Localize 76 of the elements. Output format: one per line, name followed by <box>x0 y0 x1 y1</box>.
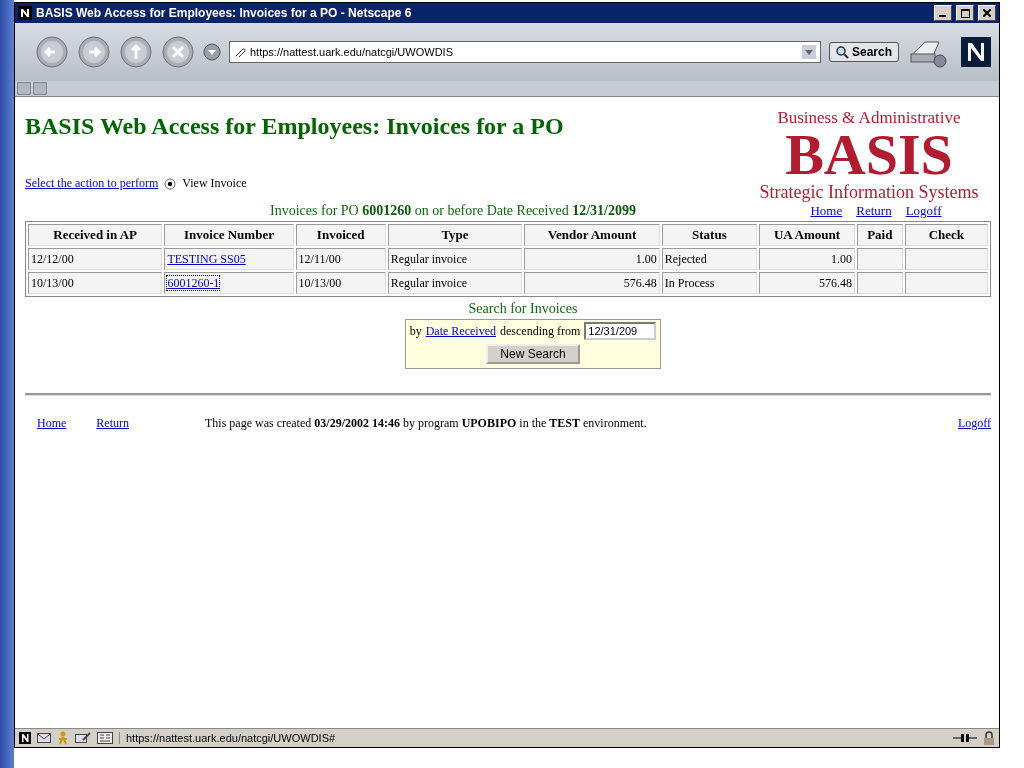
form-label: descending from <box>500 323 581 339</box>
nav-link[interactable]: Logoff <box>905 203 942 219</box>
logo-text: Strategic Information Systems <box>759 183 979 201</box>
search-button[interactable]: Search <box>828 42 899 62</box>
footer-link[interactable]: Home <box>37 416 67 431</box>
column-header: UA Amount <box>759 224 855 246</box>
lock-icon <box>983 731 995 745</box>
forward-button[interactable] <box>77 35 111 69</box>
table-cell: 1.00 <box>524 248 660 270</box>
history-dropdown-icon[interactable] <box>203 43 221 61</box>
date-field[interactable]: 12/31/209 <box>584 322 657 340</box>
table-caption: Invoices for PO 6001260 on or before Date Received 12/31/2099 <box>270 203 636 218</box>
browser-logo-icon[interactable] <box>19 732 31 744</box>
logo-text: BASIS <box>785 127 953 183</box>
table-cell <box>856 248 903 270</box>
footer-link[interactable]: Return <box>96 416 129 431</box>
stop-button[interactable] <box>161 35 195 69</box>
connection-icon <box>953 732 977 744</box>
table-cell: 10/13/00 <box>295 272 386 294</box>
logo-text: Business & Administrative <box>777 109 961 127</box>
table-cell: 12/12/00 <box>28 248 163 270</box>
minimize-button[interactable] <box>934 5 952 21</box>
bookmark-icon <box>234 46 246 58</box>
mail-icon[interactable] <box>37 732 51 744</box>
invoice-link[interactable]: 6001260-1 <box>167 275 220 290</box>
status-url: https://nattest.uark.edu/natcgi/UWOWDIS# <box>119 732 947 744</box>
column-header: Status <box>661 224 758 246</box>
maximize-icon <box>960 8 970 18</box>
new-search-button[interactable]: New Search <box>486 344 580 364</box>
footer-link[interactable]: Logoff <box>957 416 991 431</box>
table-cell: 576.48 <box>759 272 855 294</box>
nav-link[interactable]: Home <box>810 203 843 219</box>
footer-text: This page was created 03/29/2002 14:46 by program UPOBIPO in the TEST environment. <box>205 416 647 430</box>
address-field[interactable]: https://nattest.uark.edu/natcgi/UWOWDIS <box>229 41 821 63</box>
column-header: Type <box>387 224 523 246</box>
nav-link[interactable]: Return <box>856 203 892 219</box>
column-header: Paid <box>856 224 903 246</box>
dropdown-icon[interactable] <box>801 45 816 59</box>
chat-icon[interactable] <box>97 732 113 744</box>
column-header: Vendor Amount <box>524 224 660 246</box>
toolbar-toggle[interactable] <box>33 82 47 95</box>
table-cell: 12/11/00 <box>295 248 386 270</box>
column-header: Invoice Number <box>164 224 294 246</box>
radio-button[interactable] <box>164 177 177 190</box>
table-cell: 576.48 <box>524 272 660 294</box>
form-label: by <box>409 323 422 339</box>
form-title: Search for Invoices <box>468 301 578 317</box>
page-heading: BASIS Web Access for Employees: Invoices for a PO <box>25 113 564 140</box>
back-button[interactable] <box>35 35 69 69</box>
column-header: Check <box>904 224 988 246</box>
window-title: BASIS Web Access for Employees: Invoices for a PO - Netscape 6 <box>36 6 413 20</box>
url-text: https://nattest.uark.edu/natcgi/UWOWDIS <box>250 46 454 58</box>
radio-label: View Invoice <box>182 176 247 191</box>
action-link[interactable]: Select the action to perform <box>25 176 159 191</box>
close-icon <box>983 9 991 17</box>
table-cell: Regular invoice <box>387 272 523 294</box>
table-cell: 10/13/00 <box>28 272 163 294</box>
toolbar-toggle[interactable] <box>17 82 31 95</box>
table-cell[interactable]: 6001260-1 <box>164 272 294 294</box>
reload-button[interactable] <box>119 35 153 69</box>
column-header: Invoiced <box>295 224 386 246</box>
browser-logo-icon <box>18 6 32 20</box>
table-cell: In Process <box>661 272 758 294</box>
table-cell: Regular invoice <box>387 248 523 270</box>
search-icon <box>835 45 849 59</box>
sort-link[interactable]: Date Received <box>425 323 496 339</box>
table-cell <box>856 272 903 294</box>
close-button[interactable] <box>978 5 996 21</box>
browser-logo-icon[interactable] <box>961 37 991 67</box>
table-cell: Rejected <box>661 248 758 270</box>
table-cell[interactable]: TESTING SS05 <box>164 248 294 270</box>
column-header: Received in AP <box>28 224 163 246</box>
table-cell: 1.00 <box>759 248 855 270</box>
composer-icon[interactable] <box>75 732 91 744</box>
invoice-link[interactable]: TESTING SS05 <box>167 251 246 266</box>
maximize-button[interactable] <box>956 5 974 21</box>
